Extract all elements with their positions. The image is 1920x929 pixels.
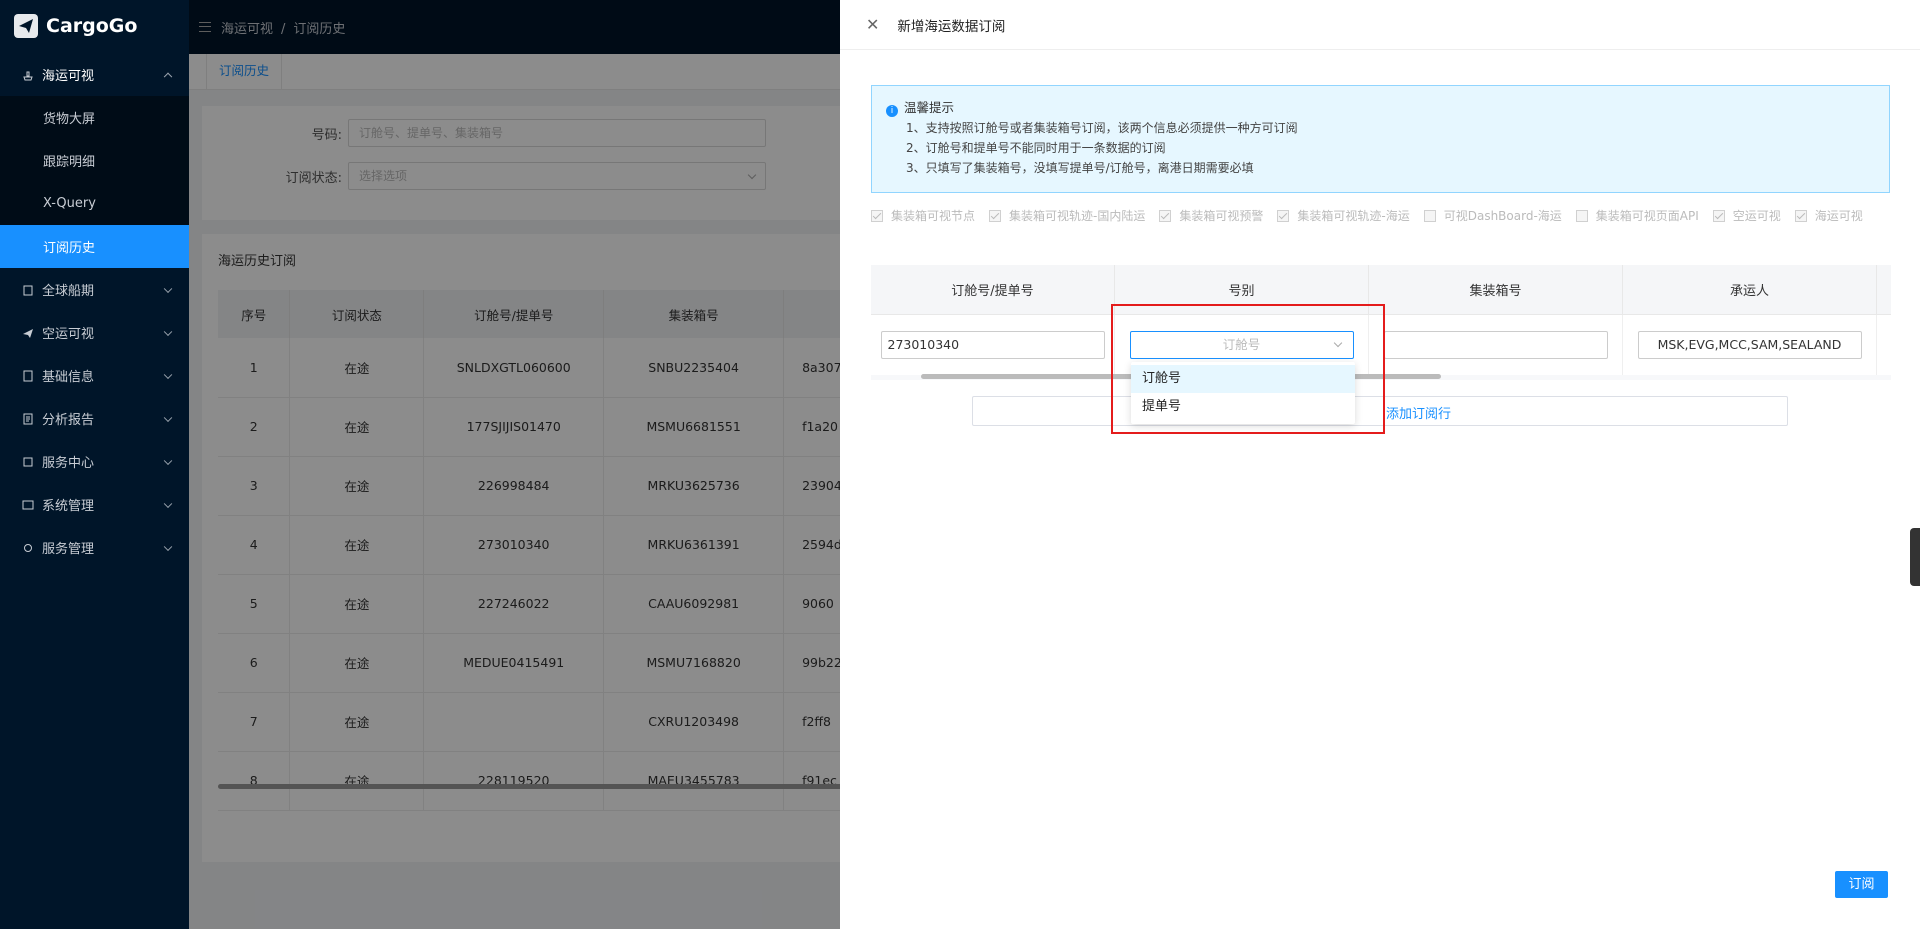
service-checkbox[interactable]: 集装箱可视轨迹-国内陆运 (989, 206, 1145, 226)
checkbox-checked-icon (989, 210, 1002, 222)
service-checkbox[interactable]: 可视DashBoard-海运 (1423, 206, 1562, 226)
sidebar-group-label: 分析报告 (42, 413, 95, 428)
submenu-ocean: 货物大屏 跟踪明细 X-Query 订阅历史 (0, 96, 189, 268)
checkbox-label: 空运可视 (1732, 209, 1781, 223)
sidebar-group-label: 全球船期 (42, 284, 95, 299)
col-header: 集装箱号 (1369, 265, 1623, 314)
checkbox-checked-icon (1712, 210, 1725, 222)
checkbox-checked-icon (871, 210, 883, 222)
chevron-down-icon (163, 327, 173, 336)
chevron-down-icon (163, 499, 173, 508)
sidebar-group-label: 空运可视 (42, 327, 95, 342)
checkbox-label: 集装箱可视轨迹-国内陆运 (1009, 209, 1146, 223)
subscribe-button[interactable]: 订阅 (1835, 871, 1888, 898)
checkbox-label: 集装箱可视预警 (1179, 209, 1264, 223)
sidebar-group-label: 服务中心 (42, 456, 95, 471)
calendar-icon (23, 285, 33, 295)
tip-line: 3、只填写了集装箱号，没填写提单号/订舱号，离港日期需要必填 (906, 161, 1254, 175)
checkbox-label: 海运可视 (1814, 209, 1863, 223)
service-checkbox[interactable]: 海运可视 (1794, 206, 1863, 226)
highlight-box (1111, 304, 1385, 434)
sidebar-group-air[interactable]: 空运可视 (0, 311, 189, 354)
container-number-input[interactable] (1383, 331, 1608, 359)
chevron-down-icon (163, 370, 173, 379)
close-icon[interactable]: ✕ (866, 15, 879, 34)
checkbox-label: 可视DashBoard-海运 (1443, 209, 1562, 223)
sidebar: CargoGo 海运可视 货物大屏 跟踪明细 X-Query 订阅历史 全球船期… (0, 0, 189, 929)
checkbox-checked-icon (1277, 210, 1290, 222)
carrier-input[interactable]: MSK,EVG,MCC,SAM,SEALAND (1637, 331, 1862, 359)
sidebar-item-label: X-Query (43, 196, 96, 211)
app-name: CargoGo (46, 15, 138, 37)
checkbox-unchecked-icon (1575, 210, 1588, 222)
chevron-down-icon (163, 456, 173, 465)
sidebar-group-ocean[interactable]: 海运可视 (0, 53, 189, 96)
chevron-up-icon (163, 72, 173, 81)
sidebar-group-label: 基础信息 (42, 370, 95, 385)
checkbox-label: 集装箱可视页面API (1595, 209, 1699, 223)
col-header: 订舱号/提单号 (871, 265, 1115, 314)
booking-number-input[interactable]: 273010340 (880, 331, 1105, 359)
drawer-header: ✕ 新增海运数据订阅 (840, 0, 1920, 50)
sidebar-item-tracking[interactable]: 跟踪明细 (0, 139, 189, 182)
checkbox-unchecked-icon (1423, 210, 1436, 222)
sidebar-group-system[interactable]: 系统管理 (0, 483, 189, 526)
document-icon (23, 370, 33, 381)
sidebar-group-schedule[interactable]: 全球船期 (0, 268, 189, 311)
modal-overlay[interactable] (189, 0, 840, 929)
chevron-down-icon (163, 413, 173, 422)
plane-icon (23, 328, 33, 338)
service-checkbox[interactable]: 集装箱可视预警 (1159, 206, 1263, 226)
sidebar-item-label: 跟踪明细 (43, 155, 96, 170)
service-icon (23, 457, 33, 466)
drawer-title: 新增海运数据订阅 (897, 18, 1006, 35)
sidebar-group-report[interactable]: 分析报告 (0, 397, 189, 440)
sidebar-item-label: 订阅历史 (43, 241, 96, 256)
logo[interactable]: CargoGo (0, 0, 189, 52)
chevron-down-icon (163, 284, 173, 293)
checkbox-checked-icon (1159, 210, 1172, 222)
sidebar-group-basic[interactable]: 基础信息 (0, 354, 189, 397)
sidebar-item-xquery[interactable]: X-Query (0, 182, 189, 225)
service-checkbox[interactable]: 集装箱可视轨迹-海运 (1277, 206, 1410, 226)
sidebar-group-label: 系统管理 (42, 499, 95, 514)
sidebar-group-service[interactable]: 服务中心 (0, 440, 189, 483)
side-widget[interactable] (1910, 528, 1920, 586)
report-icon (23, 413, 33, 424)
col-header: 承运人 (1623, 265, 1877, 314)
service-checkboxes: 集装箱可视节点 集装箱可视轨迹-国内陆运 集装箱可视预警 集装箱可视轨迹-海运 可视Da… (871, 206, 1891, 228)
chevron-down-icon (163, 542, 173, 551)
sidebar-group-label: 海运可视 (42, 69, 95, 84)
service-checkbox[interactable]: 空运可视 (1712, 206, 1781, 226)
info-icon: i (886, 105, 898, 117)
paper-plane-icon (14, 14, 38, 38)
sidebar-item-label: 货物大屏 (43, 112, 96, 127)
ship-icon (23, 71, 33, 80)
service-checkbox[interactable]: 集装箱可视节点 (871, 206, 975, 226)
sidebar-item-subscription-history[interactable]: 订阅历史 (0, 225, 189, 268)
tip-line: 1、支持按照订舱号或者集装箱号订阅，该两个信息必须提供一种方可订阅 (906, 121, 1298, 135)
checkbox-label: 集装箱可视轨迹-海运 (1297, 209, 1410, 223)
tip-title: 温馨提示 (904, 100, 955, 115)
sidebar-item-cargo-screen[interactable]: 货物大屏 (0, 96, 189, 139)
subscribe-drawer: ✕ 新增海运数据订阅 i 温馨提示 1、支持按照订舱号或者集装箱号订阅，该两个信息… (840, 0, 1920, 929)
gear-icon (24, 543, 32, 552)
sidebar-group-service-mgmt[interactable]: 服务管理 (0, 526, 189, 569)
sidebar-group-label: 服务管理 (42, 542, 95, 557)
checkbox-checked-icon (1794, 210, 1807, 222)
add-row-label: 添加订阅行 (1386, 407, 1452, 422)
tip-line: 2、订舱号和提单号不能同时用于一条数据的订阅 (906, 141, 1166, 155)
service-checkbox[interactable]: 集装箱可视页面API (1575, 206, 1699, 226)
system-icon (22, 500, 34, 509)
tip-box: i 温馨提示 1、支持按照订舱号或者集装箱号订阅，该两个信息必须提供一种方可订阅 … (871, 85, 1890, 193)
checkbox-label: 集装箱可视节点 (891, 209, 976, 223)
